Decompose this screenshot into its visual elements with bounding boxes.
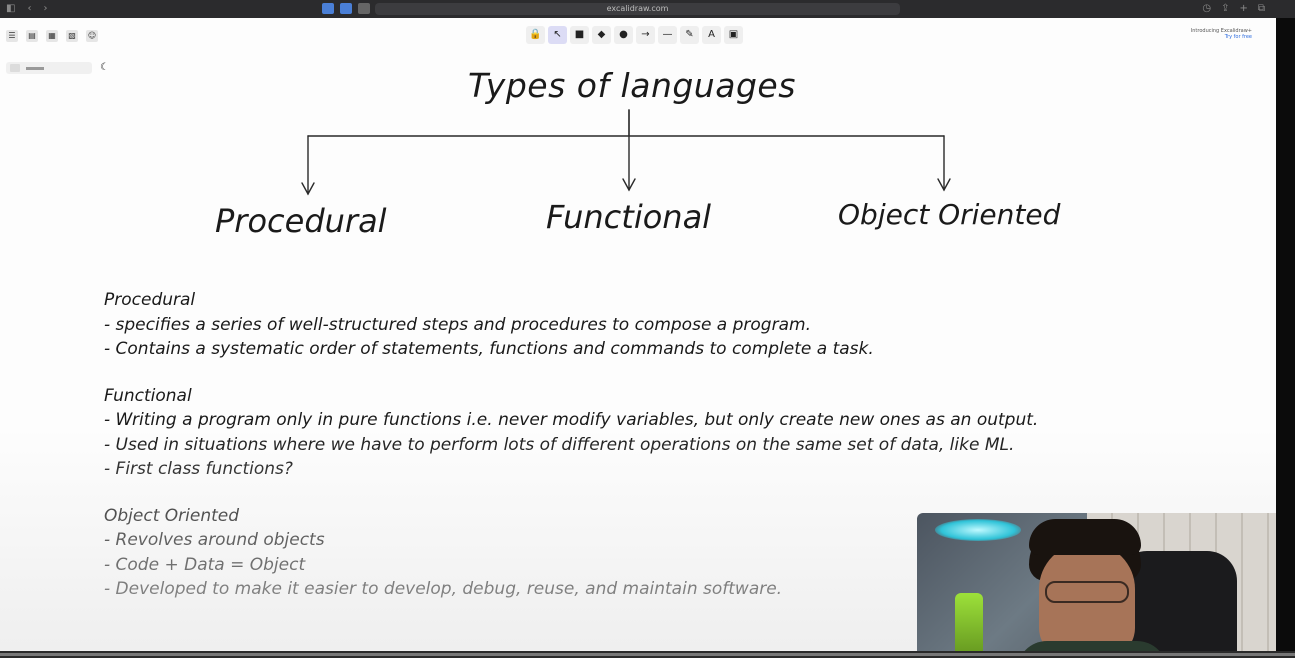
category-functional[interactable]: Functional — [546, 198, 711, 236]
browser-tabs — [322, 3, 370, 14]
note-line: - Contains a systematic order of stateme… — [104, 339, 874, 359]
webcam-fringe — [1029, 519, 1141, 555]
note-line: - Revolves around objects — [104, 530, 325, 550]
browser-chrome: ◧ ‹ › excalidraw.com ◷ ⇪ + ⧉ — [0, 0, 1295, 18]
webcam-glasses — [1045, 581, 1129, 603]
notes-text-block[interactable]: Procedural - specifies a series of well-… — [104, 288, 1038, 624]
notes-procedural: Procedural - specifies a series of well-… — [104, 288, 1038, 362]
forward-icon[interactable]: › — [43, 3, 47, 15]
note-line: - Code + Data = Object — [104, 554, 306, 575]
webcam-bottle — [955, 593, 983, 658]
video-progress-bar[interactable] — [0, 651, 1295, 658]
browser-nav: ◧ ‹ › — [6, 3, 47, 15]
address-bar[interactable]: excalidraw.com — [375, 3, 900, 15]
notes-functional: Functional - Writing a program only in p… — [104, 384, 1038, 482]
note-line: - Developed to make it easier to develop… — [104, 579, 783, 599]
section-heading: Procedural — [104, 290, 196, 310]
section-heading: Object Oriented — [104, 505, 240, 526]
diagram-title[interactable]: Types of languages — [468, 66, 796, 105]
tab-icon[interactable] — [322, 3, 334, 14]
browser-actions: ◷ ⇪ + ⧉ — [1202, 3, 1265, 15]
category-procedural[interactable]: Procedural — [215, 202, 387, 240]
share-icon[interactable]: ⇪ — [1221, 3, 1229, 15]
shield-icon[interactable] — [358, 3, 370, 14]
sidebar-toggle-icon[interactable]: ◧ — [6, 3, 15, 15]
tab-overview-icon[interactable]: ⧉ — [1258, 3, 1265, 15]
category-object-oriented[interactable]: Object Oriented — [838, 198, 1060, 231]
downloads-icon[interactable]: ◷ — [1202, 3, 1211, 15]
webcam-lamp — [935, 519, 1021, 541]
tab-icon[interactable] — [340, 3, 352, 14]
webcam-overlay — [917, 513, 1276, 658]
back-icon[interactable]: ‹ — [27, 3, 31, 15]
section-heading: Functional — [104, 385, 192, 406]
new-tab-icon[interactable]: + — [1239, 3, 1247, 15]
note-line: - Writing a program only in pure functio… — [104, 410, 1039, 430]
note-line: - specifies a series of well-structured … — [104, 314, 811, 335]
right-edge — [1276, 18, 1295, 658]
notes-object-oriented: Object Oriented - Revolves around object… — [104, 504, 1038, 602]
video-buffer — [0, 653, 1295, 656]
note-line: - Used in situations where we have to pe… — [104, 434, 1015, 455]
note-line: - First class functions? — [104, 459, 293, 479]
drawing-canvas[interactable]: ☰ ▤ ▦ ▧ ☺ ☾ 🔒 ↖ ■ ◆ ● → — ✎ A ▣ Introducing Excal… — [0, 18, 1276, 658]
